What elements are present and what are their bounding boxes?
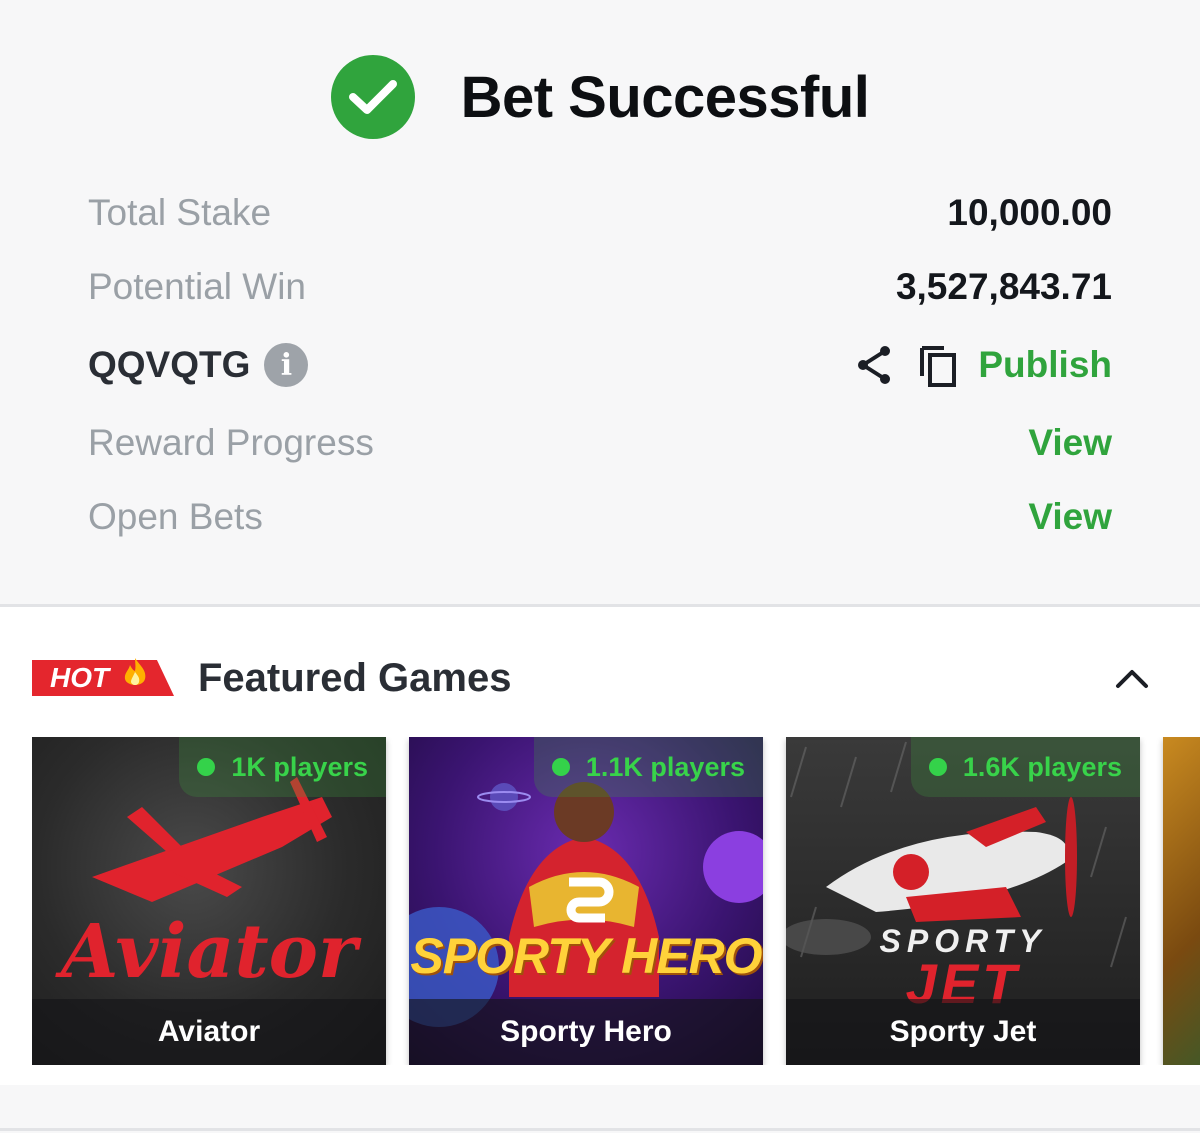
flame-icon [120, 656, 150, 698]
game-card-partial[interactable] [1163, 737, 1200, 1065]
partial-card-artwork [1163, 737, 1200, 1065]
open-bets-row: Open Bets View [88, 480, 1112, 554]
reward-progress-view-link[interactable]: View [1028, 422, 1112, 464]
open-bets-label: Open Bets [88, 496, 263, 537]
game-card-aviator[interactable]: Aviator 1K players Aviator [32, 737, 386, 1065]
reward-progress-row: Reward Progress View [88, 406, 1112, 480]
live-dot-icon [197, 758, 216, 776]
players-count: 1.6K players [962, 751, 1122, 782]
publish-button[interactable]: Publish [978, 344, 1112, 386]
bottom-area [0, 1085, 1200, 1133]
hot-badge-label: HOT [50, 662, 110, 693]
players-count: 1.1K players [585, 751, 745, 782]
game-name: Sporty Hero [409, 999, 763, 1065]
featured-games-carousel[interactable]: Aviator 1K players Aviator SPORTY HERO 1… [32, 737, 1200, 1065]
featured-games-title: Featured Games [198, 655, 512, 700]
game-name: Sporty Jet [786, 999, 1140, 1065]
check-icon [330, 55, 415, 139]
success-header: Bet Successful [0, 52, 1200, 142]
aviator-logo-text: Aviator [61, 909, 357, 995]
players-badge: 1K players [179, 737, 386, 797]
info-icon[interactable]: i [264, 343, 309, 387]
total-stake-label: Total Stake [88, 192, 272, 233]
bottom-divider [0, 1128, 1200, 1131]
total-stake-row: Total Stake 10,000.00 [88, 176, 1112, 250]
reward-progress-label: Reward Progress [88, 422, 374, 463]
players-badge: 1.6K players [910, 737, 1140, 797]
potential-win-row: Potential Win 3,527,843.71 [88, 250, 1112, 324]
game-card-sporty-hero[interactable]: SPORTY HERO 1.1K players Sporty Hero [409, 737, 763, 1065]
featured-games-header: HOT Featured Games [32, 648, 1152, 708]
page-title: Bet Successful [460, 64, 870, 130]
potential-win-value: 3,527,843.71 [895, 266, 1112, 307]
booking-code: QQVQTG i [88, 343, 309, 387]
booking-code-text: QQVQTG [88, 344, 251, 385]
booking-code-row: QQVQTG i Publish [88, 324, 1112, 406]
code-actions: Publish [854, 342, 1112, 388]
bet-summary: Total Stake 10,000.00 Potential Win 3,52… [88, 176, 1112, 554]
live-dot-icon [928, 758, 947, 776]
game-name: Aviator [32, 999, 386, 1065]
game-card-sporty-jet[interactable]: SPORTY JET 1.6K players Sporty Jet [786, 737, 1140, 1065]
players-badge: 1.1K players [533, 737, 763, 797]
total-stake-value: 10,000.00 [947, 192, 1112, 233]
open-bets-view-link[interactable]: View [1028, 496, 1112, 538]
sporty-hero-logo-text: SPORTY HERO [410, 928, 762, 984]
chevron-up-icon[interactable] [1112, 658, 1152, 698]
potential-win-label: Potential Win [88, 266, 306, 307]
players-count: 1K players [231, 751, 368, 782]
copy-icon[interactable] [918, 342, 958, 388]
live-dot-icon [551, 758, 570, 776]
hot-badge: HOT [32, 658, 174, 696]
share-icon[interactable] [854, 343, 896, 387]
